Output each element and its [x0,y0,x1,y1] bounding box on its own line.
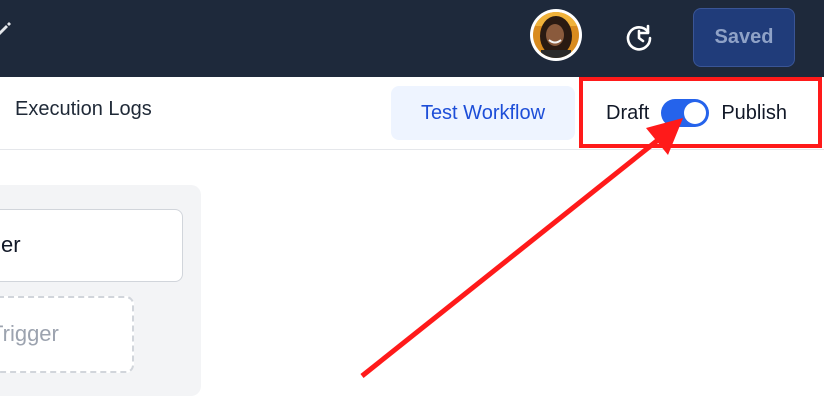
add-trigger-button[interactable]: Trigger [0,296,134,373]
user-avatar[interactable] [530,9,582,61]
trigger-card-label: er [1,232,21,257]
highlight-box [579,77,822,148]
trigger-card[interactable]: er [0,209,183,282]
avatar-image [533,12,579,58]
saved-button[interactable]: Saved [693,8,795,67]
pencil-icon[interactable] [0,20,12,38]
tab-execution-logs[interactable]: Execution Logs [15,98,152,121]
top-bar: Saved [0,0,824,77]
add-trigger-label: Trigger [0,321,59,346]
test-workflow-button[interactable]: Test Workflow [391,86,575,140]
history-icon[interactable] [624,22,654,52]
